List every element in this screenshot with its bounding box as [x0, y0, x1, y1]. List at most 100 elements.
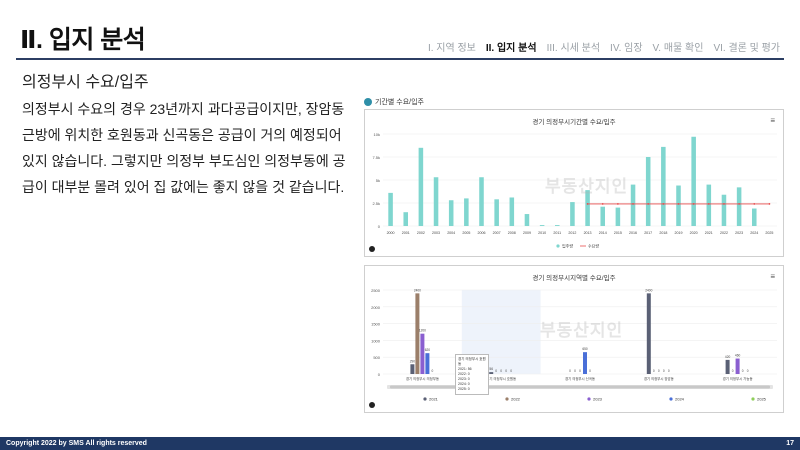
- legend-label: 2023: [593, 397, 603, 402]
- bar-supply: [464, 198, 469, 226]
- x-tick-label: 2014: [599, 231, 607, 235]
- x-tick-label: 2019: [675, 231, 683, 235]
- data-label: 1200: [419, 329, 426, 333]
- nav-item[interactable]: II. 입지 분석: [486, 43, 537, 54]
- bar-2021: [725, 359, 730, 374]
- legend-label: 2021: [429, 397, 439, 402]
- legend-swatch: [556, 244, 560, 248]
- bar-2021: [410, 364, 415, 374]
- period-chart-panel: 0 2.5k 5k 7.5k 10k 2000 2001 2002 2003 2004 2005 20…: [364, 109, 784, 257]
- data-label: 290: [410, 359, 416, 363]
- data-label: 0: [432, 369, 434, 373]
- demand-point: [753, 203, 756, 205]
- menu-icon[interactable]: ≡: [770, 272, 775, 281]
- bar-supply: [736, 187, 742, 226]
- x-tick-label: 2008: [508, 231, 516, 235]
- bar-supply: [539, 225, 545, 226]
- bar-supply: [691, 136, 696, 226]
- y-tick-label: 2000: [371, 305, 381, 310]
- header-divider: [16, 58, 784, 60]
- x-tick-label: 2006: [478, 231, 486, 235]
- bar-2024: [583, 352, 587, 374]
- nav-item[interactable]: III. 시세 분석: [547, 43, 600, 54]
- y-tick-label: 5k: [376, 178, 380, 183]
- demand-point: [586, 203, 589, 205]
- logo-icon: [369, 402, 375, 408]
- x-tick-label: 경기 의정부시 호원동: [486, 376, 516, 381]
- data-label: 0: [732, 369, 734, 373]
- x-tick-label: 경기 의정부시 의정부동: [406, 376, 439, 381]
- y-tick-label: 10k: [374, 132, 380, 137]
- page-number: 17: [786, 440, 794, 447]
- data-label: 0: [653, 369, 655, 373]
- y-tick-label: 1000: [371, 338, 381, 343]
- x-tick-label: 2012: [568, 231, 576, 235]
- period-chart-title: 경기 의정부시기간별 수요/입주: [532, 119, 616, 126]
- data-label: 650: [582, 347, 588, 351]
- x-tick-label: 2023: [735, 231, 743, 235]
- legend-swatch: [587, 397, 591, 401]
- x-tick-label: 2004: [447, 231, 455, 235]
- bar-supply: [706, 184, 712, 226]
- bar-supply: [600, 206, 606, 226]
- x-tick-label: 2011: [553, 231, 561, 235]
- y-tick-label: 1500: [371, 322, 381, 327]
- demand-point: [601, 203, 604, 205]
- nav-item[interactable]: I. 지역 정보: [428, 43, 476, 54]
- data-label: 0: [495, 369, 497, 373]
- bar-supply: [615, 207, 621, 226]
- legend-swatch: [423, 397, 427, 401]
- legend-label: 2022: [511, 397, 521, 402]
- bar-supply: [645, 157, 651, 226]
- footer: Copyright 2022 by SMS All rights reserve…: [0, 437, 800, 450]
- bar-supply: [721, 194, 727, 226]
- nav-item[interactable]: VI. 결론 및 평가: [713, 43, 780, 54]
- chart-tooltip: 경기 의정부시 호원동 2021: 56 2022: 0 2023: 0 2024: 0…: [455, 354, 489, 395]
- x-tick-label: 2007: [493, 231, 501, 235]
- body-text: 의정부시 수요의 경우 23년까지 과다공급이지만, 장암동 근방에 위치한 호…: [22, 101, 346, 195]
- legend-swatch: [751, 397, 755, 401]
- bar-supply: [418, 147, 424, 226]
- chart-tag: 기간별 수요/입주: [364, 97, 424, 107]
- x-tick-label: 2024: [750, 231, 758, 235]
- region-chart-panel: 0 500 1000 1500 2000 2500 290 2400 1200 620 0 경기 의정…: [364, 265, 784, 413]
- y-tick-label: 0: [378, 372, 381, 377]
- nav-item[interactable]: IV. 임장: [610, 43, 643, 54]
- data-label: 0: [574, 369, 576, 373]
- data-label: 56: [489, 367, 493, 371]
- legend-swatch: [669, 397, 673, 401]
- x-tick-label: 2016: [629, 231, 637, 235]
- bar-supply: [524, 214, 530, 226]
- section-title: 의정부시 수요/입주: [22, 74, 149, 91]
- demand-point: [692, 203, 695, 205]
- x-tick-label: 2020: [690, 231, 698, 235]
- bar-supply: [661, 146, 666, 226]
- x-tick-label: 경기 의정부시 가능동: [723, 376, 753, 381]
- bar-2021: [646, 293, 651, 374]
- bar-supply: [570, 202, 575, 226]
- x-tick-label: 2013: [584, 231, 592, 235]
- bar-supply: [676, 185, 681, 226]
- data-label: 0: [658, 369, 660, 373]
- page-title: Ⅱ. 입지 분석: [20, 26, 146, 54]
- x-tick-label: 2017: [644, 231, 652, 235]
- data-label: 0: [742, 369, 744, 373]
- copyright-text: Copyright 2022 by SMS All rights reserve…: [6, 440, 147, 447]
- logo-icon: [369, 246, 375, 252]
- x-tick-label: 2010: [538, 231, 546, 235]
- data-label: 0: [579, 369, 581, 373]
- y-tick-label: 2.5k: [372, 201, 380, 206]
- x-tick-label: 2022: [720, 231, 728, 235]
- tooltip-line: 2025: 0: [458, 387, 470, 391]
- nav-item[interactable]: V. 매물 확인: [653, 43, 704, 54]
- bar-supply: [509, 197, 515, 226]
- demand-point: [768, 203, 771, 205]
- bar-supply: [479, 177, 484, 226]
- menu-icon[interactable]: ≡: [770, 116, 775, 125]
- demand-point: [616, 203, 619, 205]
- chart-tag-icon: [364, 98, 372, 106]
- watermark: 부동산지인: [540, 321, 624, 340]
- bar-supply: [494, 199, 499, 226]
- data-label: 420: [725, 355, 731, 359]
- x-tick-label: 2001: [402, 231, 410, 235]
